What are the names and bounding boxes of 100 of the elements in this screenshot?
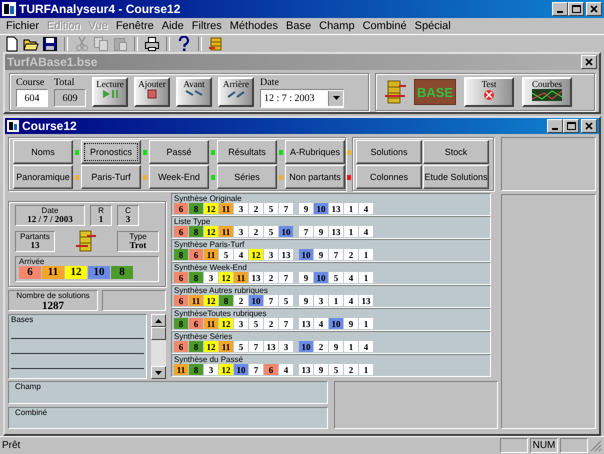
number-cell: 11 [219,341,233,352]
curves-button[interactable]: Courbes [522,77,572,107]
action-button[interactable]: Colonnes [356,165,422,189]
number-cell: 4 [234,249,248,260]
close-button[interactable] [581,119,597,133]
number-cell: 4 [279,364,293,375]
combine-panel: Combiné [8,406,328,429]
close-button[interactable] [586,2,602,16]
menu-item[interactable]: Méthodes [226,20,282,32]
number-cell: 3 [204,364,218,375]
number-cell: 2 [264,318,278,329]
test-button[interactable]: Test [464,77,514,107]
nav-button[interactable]: Ajouter [134,77,170,107]
number-cell: 7 [329,249,343,260]
number-cell: 6 [174,295,188,306]
section-button[interactable]: A-Rubriques [285,140,345,164]
scrollbar[interactable] [151,314,166,379]
back-icon [226,89,246,99]
action-button[interactable]: Solutions [356,140,422,164]
number-cell: 1 [359,272,373,283]
number-cell: 10 [249,295,263,306]
nav-button[interactable]: Avant [176,77,212,107]
help-icon[interactable] [176,36,192,52]
minimize-button[interactable] [547,119,563,133]
number-cell: 3 [234,226,248,237]
number-cell: 7 [279,318,293,329]
nav-button[interactable]: Lecture [92,77,128,107]
menu-item[interactable]: Spécial [410,20,455,32]
minimize-button[interactable] [552,2,568,16]
number-cell: 7 [249,341,263,352]
number-cell: 8 [189,226,203,237]
nav-button[interactable]: Arrière [218,77,254,107]
number-cell: 10 [314,272,328,283]
number-cell: 6 [189,318,203,329]
action-button[interactable]: Stock [423,140,489,164]
resize-grip-icon[interactable] [590,440,602,452]
section-button[interactable]: Résultats [217,140,277,164]
bases-list[interactable]: Bases [8,314,147,379]
number-cell: 3 [314,295,328,306]
result-cell: 10 [88,266,110,279]
database-icon[interactable] [208,36,224,52]
section-button[interactable]: Week-End [149,165,209,189]
number-cell: 6 [189,249,203,260]
database-icon[interactable] [75,228,97,254]
number-cell: 3 [279,341,293,352]
number-cell: 11 [219,203,233,214]
number-cell: 3 [234,318,248,329]
menu-item[interactable]: Fichier [2,20,44,32]
menu-item[interactable]: Base [282,20,316,32]
group-label: Synthèse du Passé [174,355,244,364]
window-title: TurfABase1.bse [7,55,98,69]
result-cell: 11 [42,266,64,279]
menu-item[interactable]: Aide [158,20,188,32]
number-cell: 2 [344,364,358,375]
section-button[interactable]: Paris-Turf [81,165,141,189]
result-cell: 8 [111,266,133,279]
number-cell: 12 [219,364,233,375]
printer-icon[interactable] [144,36,160,52]
window-title: TURFAnalyseur4 - Course12 [19,2,180,16]
section-button[interactable]: Noms [13,140,73,164]
date-dropdown[interactable]: 12 : 7 : 2003 [260,88,344,108]
number-cell: 6 [174,226,188,237]
number-cell: 4 [359,226,373,237]
menu-item[interactable]: Filtres [188,20,226,32]
number-cell: 13 [249,272,263,283]
database-icon[interactable] [384,78,406,106]
section-button[interactable]: Pronostics [81,140,141,164]
cross-circle-icon [483,89,495,101]
maximize-button[interactable] [563,119,579,133]
number-cell: 5 [264,226,278,237]
number-cell: 8 [174,318,188,329]
number-cell: 9 [344,318,358,329]
section-button[interactable]: Séries [217,165,277,189]
group-label: Synthèse Week-End [174,263,248,272]
partants-box: Partants 13 [15,230,55,252]
number-cell: 7 [264,295,278,306]
menu-item[interactable]: Combiné [358,20,411,32]
action-button[interactable]: Etude Solutions [423,165,489,189]
number-cell: 9 [299,295,313,306]
number-cell: 11 [189,295,203,306]
number-cell: 2 [264,272,278,283]
section-button[interactable]: Non partants [285,165,345,189]
number-cell: 1 [344,341,358,352]
scroll-thumb[interactable] [151,327,166,340]
number-cell: 1 [359,318,373,329]
section-button[interactable]: Passé [149,140,209,164]
maximize-button[interactable] [568,2,584,16]
course-field[interactable]: 604 [16,89,48,107]
field-label: Date [260,76,280,88]
number-cell: 2 [234,295,248,306]
section-button[interactable]: Panoramique [13,165,73,189]
number-cell: 9 [314,249,328,260]
number-cell: 6 [174,272,188,283]
play-pause-icon [100,89,120,99]
menu-item[interactable]: Fenêtre [112,20,158,32]
menu-item[interactable]: Champ [315,20,359,32]
r-box: R 1 [90,205,112,226]
save-icon[interactable] [42,36,58,52]
c-box: C 3 [117,205,139,226]
close-icon [590,5,598,13]
